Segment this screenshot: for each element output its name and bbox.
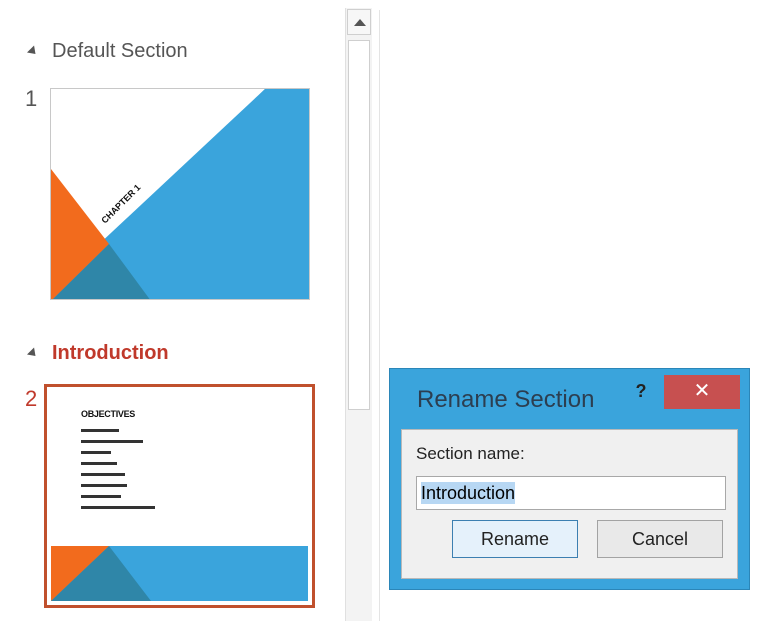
section-header-default[interactable]: Default Section bbox=[26, 40, 188, 63]
slide-number: 1 bbox=[25, 86, 38, 111]
dialog-body: Section name: Introduction Rename Cancel bbox=[401, 429, 738, 579]
up-arrow-icon bbox=[354, 19, 366, 26]
slide-2-graphic bbox=[51, 546, 308, 601]
rename-button[interactable]: Rename bbox=[452, 520, 578, 558]
input-selected-text: Introduction bbox=[421, 482, 516, 504]
section-name: Default Section bbox=[52, 40, 188, 62]
slide-thumbnail-pane: Default Section 1 CHAPTER 1 Introduction… bbox=[0, 0, 345, 621]
section-name-input[interactable]: Introduction bbox=[416, 476, 726, 510]
pane-divider bbox=[379, 10, 380, 621]
section-name-label: Section name: bbox=[416, 444, 525, 463]
slide-number: 2 bbox=[25, 386, 38, 411]
collapse-arrow-icon[interactable] bbox=[26, 45, 40, 58]
dialog-title: Rename Section bbox=[417, 386, 595, 413]
slide-1-graphic: CHAPTER 1 bbox=[51, 89, 309, 299]
powerpoint-window: Default Section 1 CHAPTER 1 Introduction… bbox=[0, 0, 776, 621]
scroll-up-button[interactable] bbox=[347, 9, 371, 35]
scroll-thumb[interactable] bbox=[348, 40, 370, 410]
vertical-scrollbar[interactable] bbox=[345, 8, 372, 621]
slide-thumbnail-1[interactable]: CHAPTER 1 bbox=[50, 88, 310, 300]
section-name: Introduction bbox=[52, 342, 169, 364]
section-header-introduction[interactable]: Introduction bbox=[26, 342, 169, 365]
cancel-button[interactable]: Cancel bbox=[597, 520, 723, 558]
rename-section-dialog: Rename Section ? ✕ Section name: Introdu… bbox=[389, 368, 750, 590]
close-button[interactable]: ✕ bbox=[664, 375, 740, 409]
help-button[interactable]: ? bbox=[630, 381, 652, 402]
slide-2-content: OBJECTIVES bbox=[51, 391, 308, 601]
slide-thumbnail-2-selected[interactable]: OBJECTIVES bbox=[44, 384, 315, 608]
collapse-arrow-icon[interactable] bbox=[26, 347, 40, 360]
